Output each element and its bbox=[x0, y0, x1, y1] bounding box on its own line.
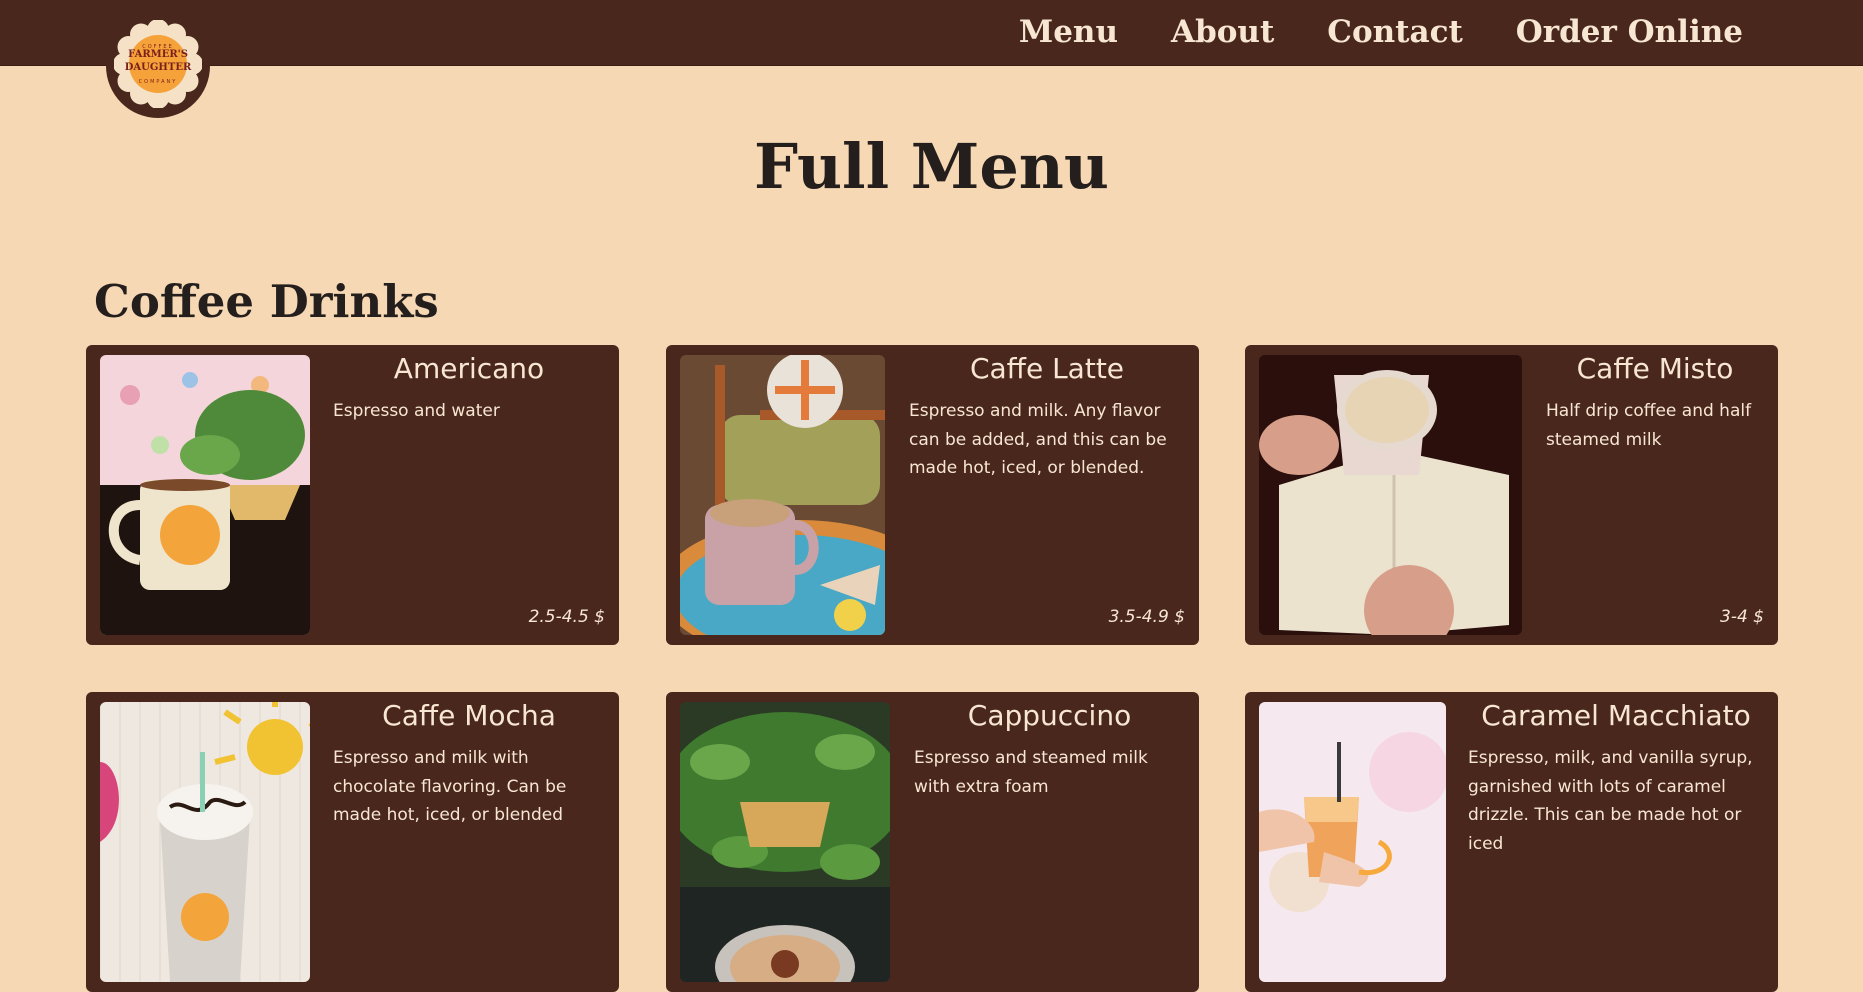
menu-item-name: Caffe Misto bbox=[1576, 352, 1734, 385]
menu-card-info: Caffe Latte Espresso and milk. Any flavo… bbox=[909, 345, 1185, 483]
latte-on-table-photo bbox=[680, 355, 885, 635]
menu-card-info: Americano Espresso and water bbox=[333, 345, 605, 426]
menu-item-name: Caffe Mocha bbox=[382, 699, 556, 732]
nav-order-online-link[interactable]: Order Online bbox=[1516, 12, 1743, 52]
cup-over-book-photo bbox=[1259, 355, 1522, 635]
menu-card-info: Caramel Macchiato Espresso, milk, and va… bbox=[1468, 692, 1764, 858]
top-nav-bar: Menu About Contact Order Online bbox=[0, 0, 1863, 66]
iced-macchiato-photo bbox=[1259, 702, 1446, 982]
plant-and-cappuccino-photo bbox=[680, 702, 890, 982]
mug-and-plant-photo bbox=[100, 355, 310, 635]
menu-card-caffe-mocha: Caffe Mocha Espresso and milk with choco… bbox=[86, 692, 619, 992]
menu-item-description: Espresso and milk with chocolate flavori… bbox=[333, 748, 567, 825]
logo-text: FARMER'S DAUGHTER bbox=[106, 48, 210, 74]
menu-item-name: Americano bbox=[393, 352, 545, 385]
menu-item-description: Half drip coffee and half steamed milk bbox=[1546, 401, 1752, 450]
menu-item-description: Espresso and steamed milk with extra foa… bbox=[914, 748, 1148, 797]
menu-item-name: Caffe Latte bbox=[969, 352, 1125, 385]
menu-card-info: Caffe Misto Half drip coffee and half st… bbox=[1546, 345, 1764, 454]
brand-logo[interactable]: COFFEE FARMER'S DAUGHTER COMPANY bbox=[106, 14, 210, 118]
menu-item-description: Espresso, milk, and vanilla syrup, garni… bbox=[1468, 748, 1753, 854]
menu-card-americano: Americano Espresso and water 2.5-4.5 $ bbox=[86, 345, 619, 645]
menu-card-caramel-macchiato: Caramel Macchiato Espresso, milk, and va… bbox=[1245, 692, 1778, 992]
menu-card-caffe-misto: Caffe Misto Half drip coffee and half st… bbox=[1245, 345, 1778, 645]
logo-line-1: FARMER'S bbox=[128, 49, 188, 60]
main-nav: Menu About Contact Order Online bbox=[966, 12, 1743, 52]
blended-mocha-photo bbox=[100, 702, 310, 982]
menu-item-price: 2.5-4.5 $ bbox=[528, 607, 605, 627]
menu-card-caffe-latte: Caffe Latte Espresso and milk. Any flavo… bbox=[666, 345, 1199, 645]
nav-about-link[interactable]: About bbox=[1171, 12, 1274, 52]
menu-card-info: Caffe Mocha Espresso and milk with choco… bbox=[333, 692, 605, 830]
menu-item-price: 3.5-4.9 $ bbox=[1108, 607, 1185, 627]
menu-item-description: Espresso and milk. Any flavor can be add… bbox=[909, 401, 1167, 478]
logo-bottom-text: COMPANY bbox=[138, 79, 178, 85]
menu-item-description: Espresso and water bbox=[333, 401, 500, 421]
section-title: Coffee Drinks bbox=[94, 275, 439, 328]
menu-card-info: Cappuccino Espresso and steamed milk wit… bbox=[914, 692, 1185, 801]
nav-menu-link[interactable]: Menu bbox=[1019, 12, 1118, 52]
logo-line-2: DAUGHTER bbox=[124, 62, 192, 73]
menu-item-price: 3-4 $ bbox=[1720, 607, 1764, 627]
page-title: Full Menu bbox=[754, 130, 1109, 203]
menu-item-name: Cappuccino bbox=[967, 699, 1132, 732]
menu-item-name: Caramel Macchiato bbox=[1481, 699, 1751, 732]
nav-contact-link[interactable]: Contact bbox=[1327, 12, 1463, 52]
menu-card-cappuccino: Cappuccino Espresso and steamed milk wit… bbox=[666, 692, 1199, 992]
